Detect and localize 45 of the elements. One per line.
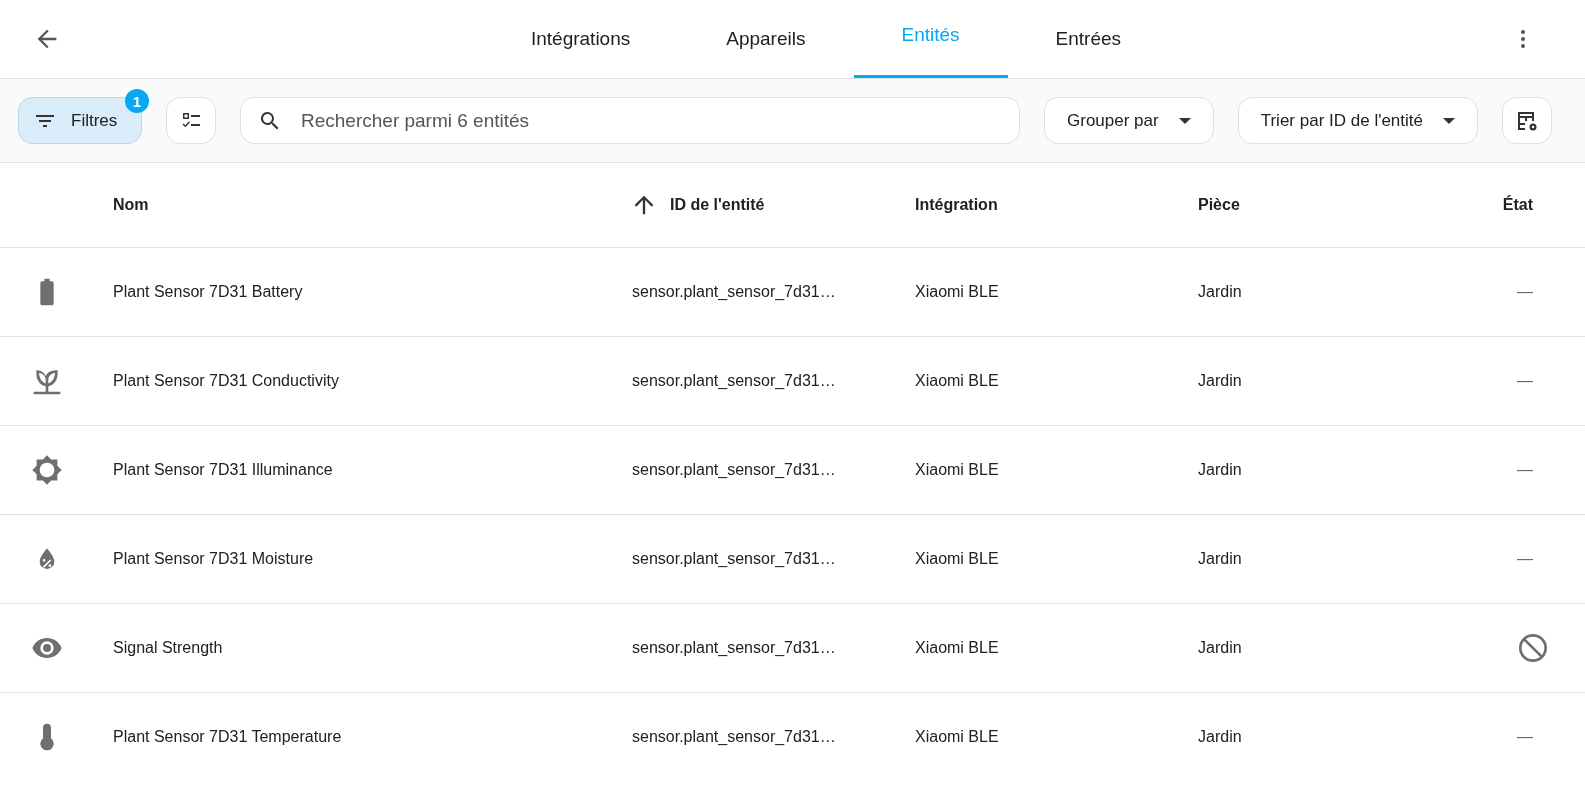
area-name: Jardin bbox=[1197, 728, 1243, 746]
entity-id: sensor.plant_sensor_7d31… bbox=[631, 639, 837, 657]
entity-state: — bbox=[1516, 372, 1534, 390]
entity-name[interactable]: Plant Sensor 7D31 Temperature bbox=[97, 728, 616, 746]
tab[interactable]: Entrées bbox=[1007, 0, 1170, 78]
area-name: Jardin bbox=[1197, 461, 1243, 479]
area-name: Jardin bbox=[1197, 283, 1243, 301]
caret-icon bbox=[1443, 117, 1455, 124]
tab[interactable]: Appareils bbox=[678, 0, 854, 78]
area-name: Jardin bbox=[1197, 550, 1243, 568]
table-settings-button[interactable] bbox=[1502, 97, 1552, 144]
entity-id: sensor.plant_sensor_7d31… bbox=[631, 372, 837, 390]
entity-id: sensor.plant_sensor_7d31… bbox=[631, 283, 837, 301]
column-header[interactable]: ID de l'entité bbox=[670, 196, 765, 214]
integration-name: Xiaomi BLE bbox=[914, 283, 1000, 301]
entity-id: sensor.plant_sensor_7d31… bbox=[631, 728, 837, 746]
integration-name: Xiaomi BLE bbox=[914, 639, 1000, 657]
filter-count-badge: 1 bbox=[125, 89, 149, 113]
entity-state: — bbox=[1516, 550, 1534, 568]
entity-state: — bbox=[1516, 461, 1534, 479]
entity-state: — bbox=[1516, 283, 1534, 301]
entity-name[interactable]: Plant Sensor 7D31 Battery bbox=[97, 283, 616, 301]
entity-name[interactable]: Plant Sensor 7D31 Illuminance bbox=[97, 461, 616, 479]
column-header[interactable]: Intégration bbox=[899, 196, 1182, 214]
area-name: Jardin bbox=[1197, 639, 1243, 657]
column-header[interactable]: État bbox=[1455, 196, 1585, 214]
group-by-dropdown[interactable]: Grouper par bbox=[1044, 97, 1214, 144]
integration-name: Xiaomi BLE bbox=[914, 728, 1000, 746]
selection-mode-button[interactable] bbox=[166, 97, 216, 144]
integration-name: Xiaomi BLE bbox=[914, 550, 1000, 568]
tab[interactable]: Intégrations bbox=[482, 0, 679, 78]
entity-id: sensor.plant_sensor_7d31… bbox=[631, 550, 837, 568]
integration-name: Xiaomi BLE bbox=[914, 461, 1000, 479]
column-header[interactable]: Nom bbox=[97, 196, 616, 214]
entity-state: — bbox=[1516, 728, 1534, 746]
entity-name[interactable]: Plant Sensor 7D31 Moisture bbox=[97, 550, 616, 568]
entity-name[interactable]: Plant Sensor 7D31 Conductivity bbox=[97, 372, 616, 390]
search-field[interactable]: Rechercher parmi 6 entités bbox=[240, 97, 1021, 144]
area-name: Jardin bbox=[1197, 372, 1243, 390]
integration-name: Xiaomi BLE bbox=[914, 372, 1000, 390]
entity-id: sensor.plant_sensor_7d31… bbox=[631, 461, 837, 479]
column-header[interactable]: Pièce bbox=[1182, 196, 1455, 214]
sort-dropdown[interactable]: Trier par ID de l'entité bbox=[1237, 97, 1478, 144]
caret-icon bbox=[1178, 117, 1191, 124]
sun-icon bbox=[31, 454, 63, 486]
